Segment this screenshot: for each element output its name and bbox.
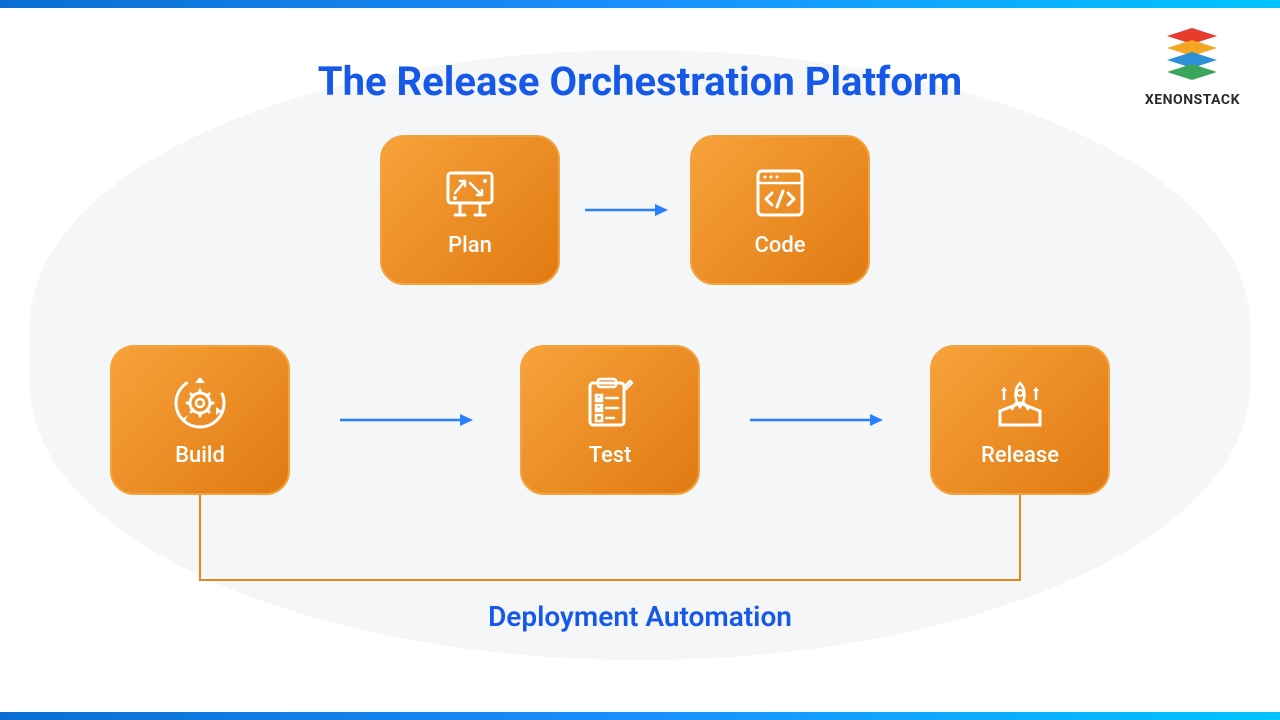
code-window-icon (750, 163, 810, 223)
deployment-bracket (195, 495, 1025, 589)
stage-label: Build (175, 443, 225, 468)
arrow-plan-to-code (580, 195, 670, 225)
plan-board-icon (440, 163, 500, 223)
arrow-build-to-test (335, 405, 475, 435)
stack-icon (1157, 28, 1227, 88)
stage-plan: Plan (380, 135, 560, 285)
brand-name: XENONSTACK (1145, 92, 1240, 108)
release-rocket-icon (990, 373, 1050, 433)
subtitle: Deployment Automation (488, 600, 792, 633)
test-checklist-icon (580, 373, 640, 433)
bottom-accent-bar (0, 712, 1280, 720)
gear-cycle-icon (170, 373, 230, 433)
stage-label: Release (981, 443, 1059, 468)
brand-logo: XENONSTACK (1145, 28, 1240, 108)
stage-label: Code (754, 233, 805, 258)
stage-code: Code (690, 135, 870, 285)
page-title: The Release Orchestration Platform (318, 58, 962, 105)
stage-label: Test (589, 443, 632, 468)
arrow-test-to-release (745, 405, 885, 435)
top-accent-bar (0, 0, 1280, 8)
stage-test: Test (520, 345, 700, 495)
stage-label: Plan (448, 233, 492, 258)
stage-build: Build (110, 345, 290, 495)
stage-release: Release (930, 345, 1110, 495)
